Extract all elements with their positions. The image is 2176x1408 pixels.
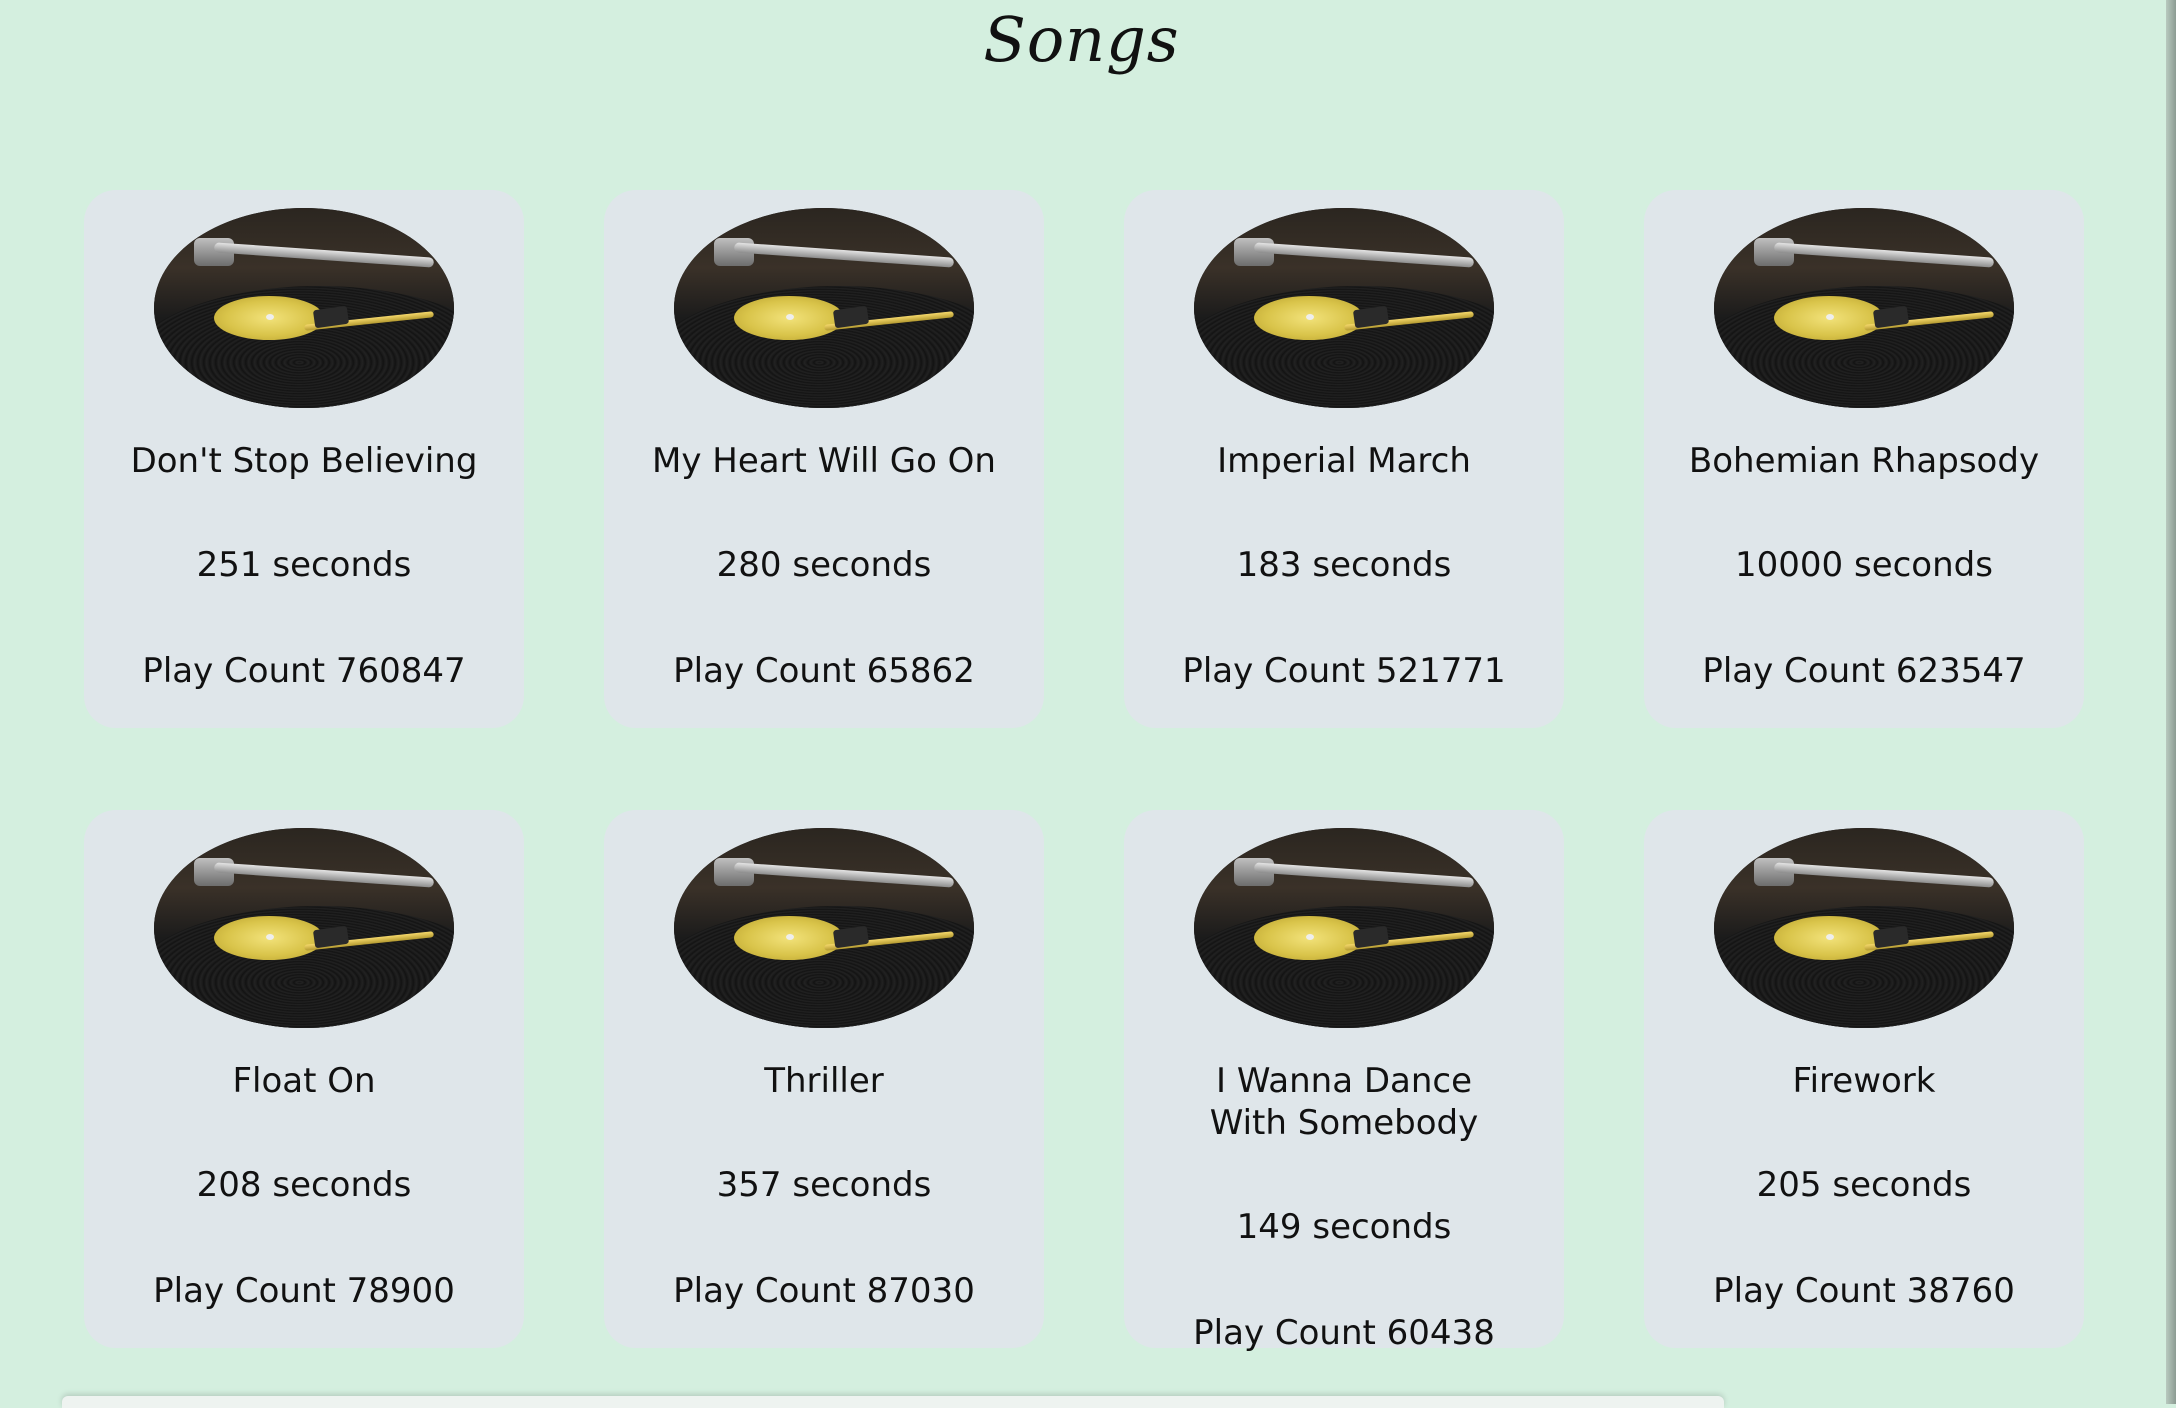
song-duration: 205 seconds bbox=[1756, 1165, 1972, 1205]
page-title: Songs bbox=[983, 3, 1180, 76]
turntable-record-image bbox=[1194, 208, 1494, 408]
song-title: Firework bbox=[1792, 1061, 1936, 1101]
song-title: Imperial March bbox=[1217, 441, 1471, 481]
song-title: Float On bbox=[232, 1061, 376, 1101]
song-play-count: Play Count 87030 bbox=[673, 1271, 975, 1311]
song-duration: 280 seconds bbox=[716, 545, 932, 585]
song-duration: 10000 seconds bbox=[1735, 545, 1993, 585]
song-card[interactable]: Thriller 357 seconds Play Count 87030 bbox=[604, 810, 1044, 1348]
song-grid: Don't Stop Believing 251 seconds Play Co… bbox=[84, 190, 2084, 1353]
turntable-record-image bbox=[154, 828, 454, 1028]
window-edge bbox=[2166, 0, 2176, 1404]
song-card[interactable]: Imperial March 183 seconds Play Count 52… bbox=[1124, 190, 1564, 728]
song-card[interactable]: I Wanna Dance With Somebody 149 seconds … bbox=[1124, 810, 1564, 1353]
song-card[interactable]: Bohemian Rhapsody 10000 seconds Play Cou… bbox=[1644, 190, 2084, 728]
song-card[interactable]: Float On 208 seconds Play Count 78900 bbox=[84, 810, 524, 1348]
song-play-count: Play Count 60438 bbox=[1193, 1313, 1495, 1353]
song-title: Bohemian Rhapsody bbox=[1688, 441, 2040, 481]
song-duration: 251 seconds bbox=[196, 545, 412, 585]
turntable-record-image bbox=[674, 828, 974, 1028]
turntable-record-image bbox=[1714, 208, 2014, 408]
turntable-record-image bbox=[674, 208, 974, 408]
song-play-count: Play Count 38760 bbox=[1713, 1271, 2015, 1311]
song-duration: 208 seconds bbox=[196, 1165, 412, 1205]
turntable-record-image bbox=[154, 208, 454, 408]
song-play-count: Play Count 521771 bbox=[1182, 651, 1506, 691]
song-card[interactable]: My Heart Will Go On 280 seconds Play Cou… bbox=[604, 190, 1044, 728]
song-play-count: Play Count 760847 bbox=[142, 651, 466, 691]
song-card[interactable]: Firework 205 seconds Play Count 38760 bbox=[1644, 810, 2084, 1348]
turntable-record-image bbox=[1714, 828, 2014, 1028]
song-duration: 357 seconds bbox=[716, 1165, 932, 1205]
song-title: Don't Stop Believing bbox=[130, 441, 478, 481]
turntable-record-image bbox=[1194, 828, 1494, 1028]
song-play-count: Play Count 78900 bbox=[153, 1271, 455, 1311]
song-duration: 183 seconds bbox=[1236, 545, 1452, 585]
horizontal-scrollbar[interactable] bbox=[62, 1396, 1724, 1408]
song-card[interactable]: Don't Stop Believing 251 seconds Play Co… bbox=[84, 190, 524, 728]
song-duration: 149 seconds bbox=[1236, 1207, 1452, 1247]
song-title: Thriller bbox=[764, 1061, 884, 1101]
song-title: I Wanna Dance With Somebody bbox=[1209, 1061, 1479, 1143]
song-play-count: Play Count 623547 bbox=[1702, 651, 2026, 691]
song-title: My Heart Will Go On bbox=[652, 441, 996, 481]
song-play-count: Play Count 65862 bbox=[673, 651, 975, 691]
